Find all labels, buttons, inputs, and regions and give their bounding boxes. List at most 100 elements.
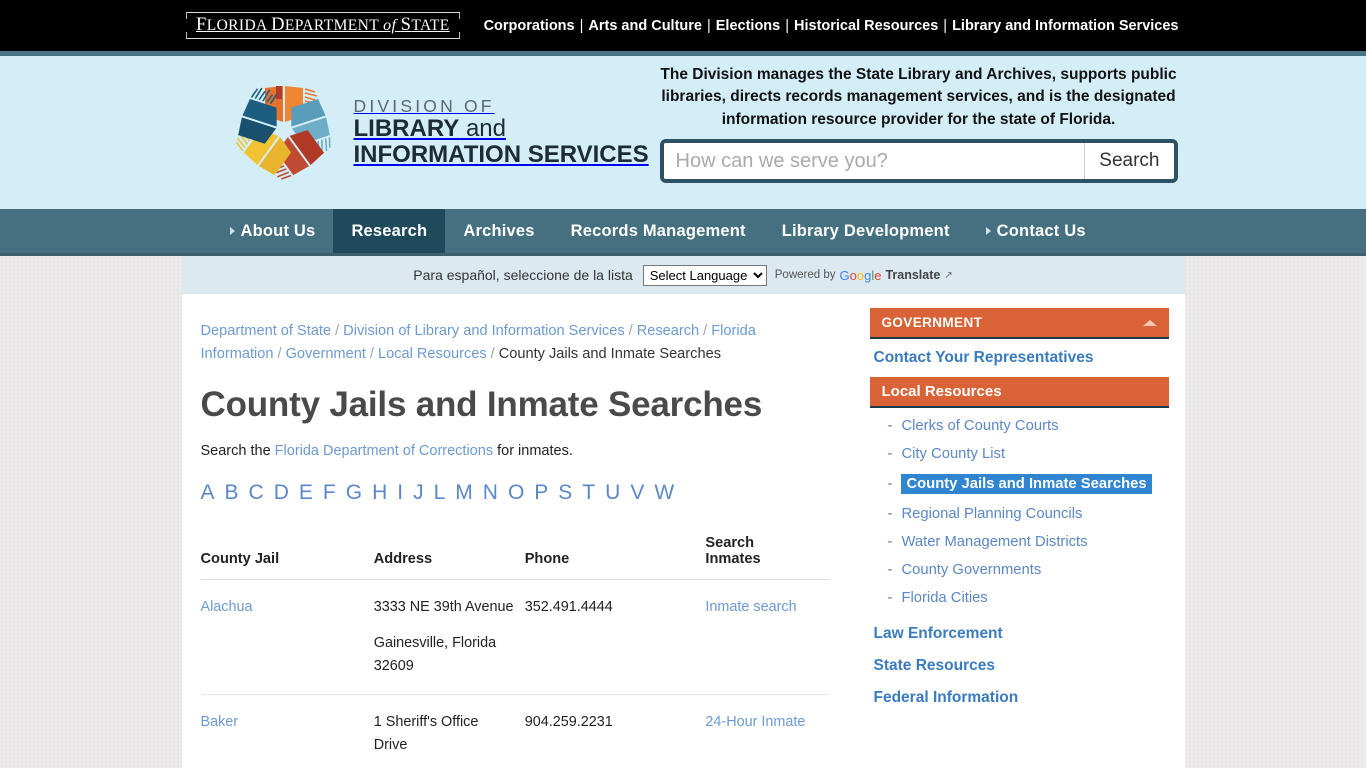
bullet-dash-icon: - (887, 562, 893, 578)
breadcrumb-item-government[interactable]: Government (286, 346, 366, 362)
sidebar-item-label[interactable]: County Jails and Inmate Searches (901, 474, 1152, 494)
alpha-link-w[interactable]: W (654, 481, 674, 504)
address-line-1: 1 Sheriff's Office Drive (373, 713, 479, 753)
search-button[interactable]: Search (1084, 143, 1174, 180)
sidebar-subsection-local-resources[interactable]: Local Resources (869, 377, 1169, 408)
alpha-link-j[interactable]: J (413, 481, 424, 504)
sidebar-item-label[interactable]: Regional Planning Councils (901, 506, 1082, 522)
lead-paragraph: Search the Florida Department of Correct… (201, 443, 830, 459)
sidebar-item-label[interactable]: Water Management Districts (901, 534, 1087, 550)
sidebar-item-label[interactable]: Clerks of County Courts (901, 418, 1058, 434)
alpha-link-a[interactable]: A (201, 481, 215, 504)
florida-department-of-corrections-link[interactable]: Florida Department of Corrections (275, 443, 493, 459)
column-header-county-jail: County Jail (200, 534, 374, 580)
alpha-link-b[interactable]: B (225, 481, 239, 504)
county-link-alachua[interactable]: Alachua (201, 599, 253, 615)
breadcrumb-item-local-resources[interactable]: Local Resources (378, 346, 487, 362)
translate-word: Translate (885, 268, 941, 282)
language-select[interactable]: Select Language (642, 264, 767, 286)
table-row: Baker 1 Sheriff's Office Drive 904.259.2… (200, 694, 830, 768)
sidebar-item-clerks-of-county-courts[interactable]: - Clerks of County Courts (870, 412, 1169, 440)
division-logo-link[interactable]: DIVISION OF LIBRARY and INFORMATION SERV… (228, 80, 649, 186)
sidebar-section-title: GOVERNMENT (881, 315, 983, 330)
alpha-link-t[interactable]: T (582, 481, 595, 504)
nav-label: Contact Us (996, 221, 1086, 240)
column-header-line2: Inmates (705, 550, 761, 567)
sidebar-link-contact-your-representatives[interactable]: Contact Your Representatives (870, 339, 1169, 377)
inmate-search-link-alachua[interactable]: Inmate search (705, 599, 796, 615)
nav-item-archives[interactable]: Archives (445, 209, 552, 253)
state-link-corporations[interactable]: Corporations (484, 18, 575, 34)
alpha-link-o[interactable]: O (508, 481, 524, 504)
cell-county: Alachua (200, 579, 374, 695)
sidebar-item-regional-planning-councils[interactable]: - Regional Planning Councils (870, 500, 1169, 528)
alpha-link-p[interactable]: P (534, 481, 548, 504)
nav-item-about-us[interactable]: About Us (212, 209, 334, 253)
sidebar-item-florida-cities[interactable]: - Florida Cities (870, 584, 1169, 612)
alpha-link-d[interactable]: D (274, 481, 289, 504)
sidebar-link-federal-information[interactable]: Federal Information (870, 682, 1169, 714)
bullet-dash-icon: - (887, 476, 893, 492)
alpha-link-h[interactable]: H (372, 481, 387, 504)
state-link-separator: | (579, 17, 584, 34)
sidebar-item-city-county-list[interactable]: - City County List (870, 440, 1169, 468)
breadcrumb-separator: / (335, 323, 340, 339)
state-link-historical-resources[interactable]: Historical Resources (794, 18, 938, 34)
cell-phone: 352.491.4444 (524, 579, 706, 695)
powered-by-text: Powered by (774, 269, 836, 281)
sidebar-item-county-jails-and-inmate-searches[interactable]: - County Jails and Inmate Searches (870, 468, 1169, 500)
book-pinwheel-icon (228, 80, 340, 186)
sidebar-subsection-title: Local Resources (881, 383, 1002, 400)
caret-right-icon (985, 227, 991, 235)
alpha-link-s[interactable]: S (558, 481, 572, 504)
alpha-link-m[interactable]: M (455, 481, 473, 504)
alpha-link-c[interactable]: C (249, 481, 264, 504)
translate-bar: Para español, seleccione de la lista Sel… (181, 256, 1185, 294)
state-link-separator: | (706, 17, 711, 34)
breadcrumb-item-department-of-state[interactable]: Department of State (201, 323, 332, 339)
alpha-link-u[interactable]: U (605, 481, 620, 504)
county-jails-table: County Jail Address Phone Search Inmates … (200, 534, 830, 768)
brand-line-information-services: INFORMATION SERVICES (353, 141, 649, 169)
county-link-baker[interactable]: Baker (201, 714, 239, 730)
nav-item-records-management[interactable]: Records Management (553, 209, 764, 253)
state-link-elections[interactable]: Elections (716, 18, 780, 34)
sidebar-item-label[interactable]: Florida Cities (901, 590, 987, 606)
cell-phone: 904.259.2231 (524, 694, 706, 768)
nav-item-library-development[interactable]: Library Development (764, 209, 968, 253)
state-link-arts-and-culture[interactable]: Arts and Culture (588, 18, 702, 34)
bullet-dash-icon: - (887, 446, 893, 462)
sidebar-item-label[interactable]: County Governments (901, 562, 1041, 578)
brand-line-division-of: DIVISION OF (353, 95, 495, 116)
alpha-link-g[interactable]: G (346, 481, 362, 504)
nav-item-contact-us[interactable]: Contact Us (968, 209, 1104, 253)
breadcrumb-item-research[interactable]: Research (637, 323, 699, 339)
column-header-search-inmates: Search Inmates (705, 534, 830, 580)
sidebar-item-county-governments[interactable]: - County Governments (870, 556, 1169, 584)
table-header-row: County Jail Address Phone Search Inmates (200, 534, 830, 580)
alpha-link-i[interactable]: I (397, 481, 403, 504)
alpha-link-e[interactable]: E (299, 481, 313, 504)
state-link-library-and-information-services[interactable]: Library and Information Services (952, 18, 1178, 34)
alpha-link-l[interactable]: L (434, 481, 446, 504)
sidebar-section-government[interactable]: GOVERNMENT (869, 308, 1169, 339)
florida-dept-of-state-logo[interactable]: FLORIDA DEPARTMENT of STATE (186, 12, 460, 39)
sidebar-item-label[interactable]: City County List (901, 446, 1005, 462)
brand-line-library-and: LIBRARY and (353, 115, 507, 143)
chevron-up-icon[interactable] (1142, 319, 1157, 326)
breadcrumb-item-division-of-library-and-information-services[interactable]: Division of Library and Information Serv… (343, 323, 624, 339)
alpha-link-n[interactable]: N (483, 481, 498, 504)
search-input[interactable] (663, 143, 1085, 180)
lead-text-after: for inmates. (493, 442, 573, 459)
inmate-search-link-baker[interactable]: 24-Hour Inmate (705, 714, 805, 730)
sidebar-link-state-resources[interactable]: State Resources (870, 650, 1169, 682)
breadcrumb-separator: / (628, 323, 633, 339)
nav-label: Records Management (570, 221, 746, 240)
alpha-link-f[interactable]: F (323, 481, 336, 504)
sidebar-item-water-management-districts[interactable]: - Water Management Districts (870, 528, 1169, 556)
nav-item-research[interactable]: Research (333, 209, 446, 253)
external-link-icon: ↗ (944, 269, 953, 281)
sidebar-link-law-enforcement[interactable]: Law Enforcement (870, 618, 1169, 650)
address-line-1: 3333 NE 39th Avenue (373, 598, 514, 615)
alpha-link-v[interactable]: V (630, 481, 644, 504)
